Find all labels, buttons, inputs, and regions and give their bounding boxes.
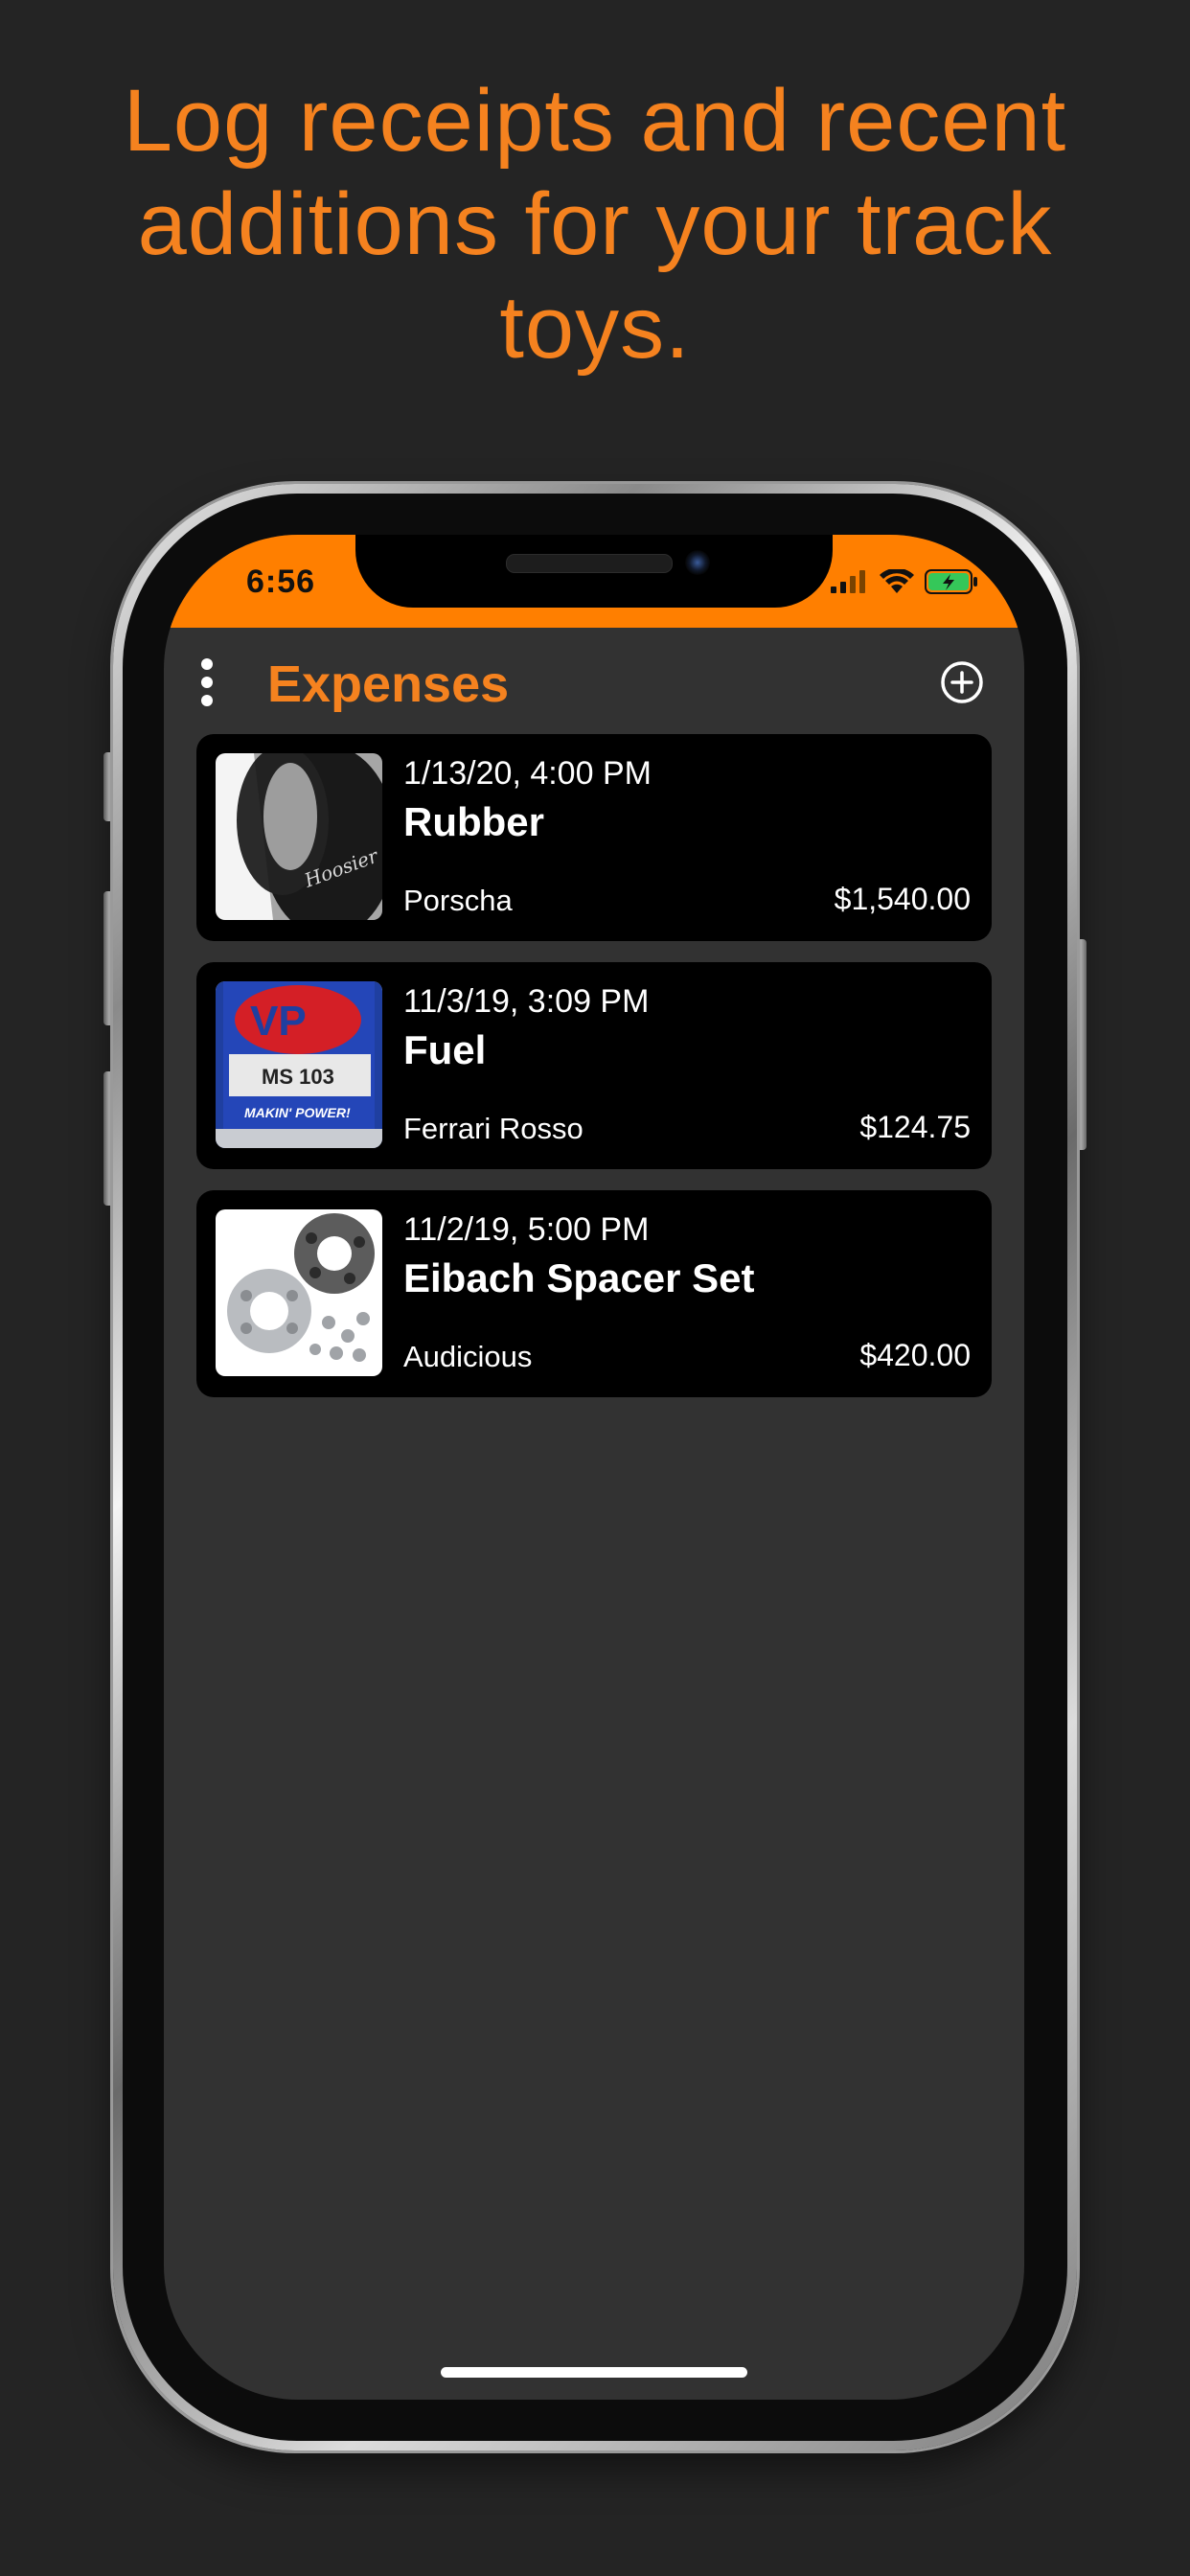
expense-date: 11/3/19, 3:09 PM	[403, 983, 650, 1020]
expense-card[interactable]: Hoosier 1/13/20, 4:00 PM Rubber Porscha …	[196, 734, 992, 941]
earpiece-speaker	[506, 554, 673, 573]
expense-amount: $124.75	[859, 1110, 971, 1144]
expense-title: Rubber	[403, 799, 544, 844]
expense-title: Eibach Spacer Set	[403, 1255, 755, 1300]
more-vertical-icon-dot	[201, 695, 213, 706]
home-indicator[interactable]	[441, 2367, 747, 2378]
fuel-drum-photo: VP MS 103 MAKIN' POWER!	[216, 981, 382, 1148]
plus-circle-icon	[941, 661, 983, 703]
expense-vehicle: Audicious	[403, 1340, 533, 1373]
headline-line-1: Log receipts and recent	[123, 72, 1067, 170]
signal-icon	[831, 570, 865, 593]
fuel-tagline-text: MAKIN' POWER!	[244, 1105, 351, 1120]
expense-list: Hoosier 1/13/20, 4:00 PM Rubber Porscha …	[196, 734, 992, 1418]
expense-date: 1/13/20, 4:00 PM	[403, 755, 652, 792]
battery-charging-icon	[925, 569, 977, 594]
expense-amount: $420.00	[859, 1338, 971, 1372]
front-camera	[685, 550, 710, 575]
wifi-icon	[880, 569, 914, 593]
more-vertical-icon-dot	[201, 677, 213, 688]
expense-card[interactable]: 11/2/19, 5:00 PM Eibach Spacer Set Audic…	[196, 1190, 992, 1397]
phone-screen: 6:56 Expenses Hoosier 1/13/20, 4:00 PM R…	[164, 535, 1024, 2400]
expense-amount: $1,540.00	[834, 882, 971, 916]
expense-vehicle: Ferrari Rosso	[403, 1112, 584, 1145]
status-time: 6:56	[246, 564, 316, 600]
more-vertical-icon	[201, 658, 213, 670]
wheel-spacer-photo	[216, 1209, 382, 1376]
expense-card[interactable]: VP MS 103 MAKIN' POWER! 11/3/19, 3:09 PM…	[196, 962, 992, 1169]
page-title: Expenses	[267, 656, 510, 713]
more-menu-button[interactable]	[193, 658, 221, 706]
headline-line-3: toys.	[499, 279, 691, 377]
headline-line-2: additions for your track	[137, 175, 1053, 273]
tire-photo: Hoosier	[216, 753, 382, 920]
promo-headline: Log receipts and recent additions for yo…	[57, 69, 1133, 380]
fuel-brand-text: VP	[250, 998, 307, 1045]
fuel-grade-text: MS 103	[262, 1065, 334, 1089]
expense-vehicle: Porscha	[403, 884, 513, 917]
expense-date: 11/2/19, 5:00 PM	[403, 1211, 650, 1248]
add-expense-button[interactable]	[940, 660, 984, 704]
status-bar: 6:56	[164, 535, 1024, 628]
nav-bar: Expenses	[164, 628, 1024, 733]
status-icons	[831, 567, 978, 596]
expense-title: Fuel	[403, 1027, 487, 1072]
